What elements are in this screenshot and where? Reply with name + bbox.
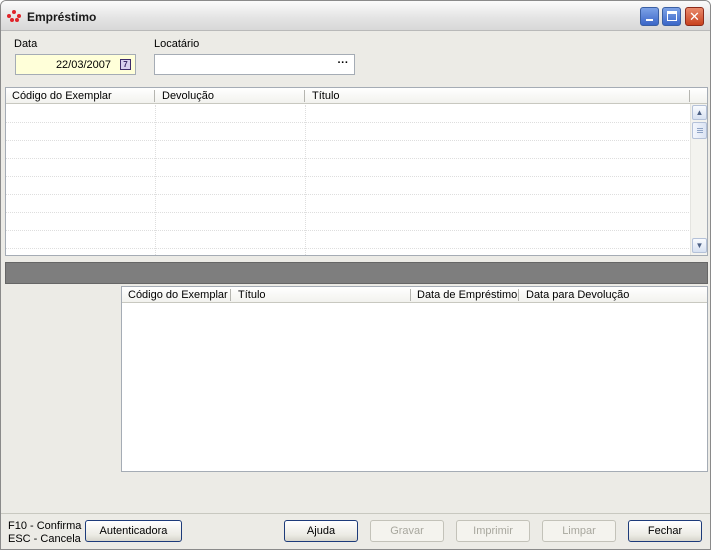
col-titulo[interactable]: Título (238, 289, 266, 301)
locatario-label: Locatário (154, 38, 200, 50)
col-codigo-exemplar[interactable]: Código do Exemplar (12, 90, 112, 102)
locatario-field[interactable]: ··· (154, 54, 355, 75)
close-icon: ✕ (689, 9, 700, 24)
column-separator[interactable] (410, 289, 411, 301)
fechar-button[interactable]: Fechar (628, 520, 702, 542)
date-value: 22/03/2007 (55, 59, 111, 71)
maximize-button[interactable] (662, 7, 681, 26)
column-separator[interactable] (154, 90, 155, 102)
loans-grid-header: Código do Exemplar Título Data de Emprés… (122, 287, 707, 303)
limpar-button[interactable]: Limpar (542, 520, 616, 542)
column-separator[interactable] (518, 289, 519, 301)
loans-grid[interactable]: Código do Exemplar Título Data de Emprés… (121, 286, 708, 472)
close-button[interactable]: ✕ (685, 7, 704, 26)
scroll-up-button[interactable]: ▲ (692, 105, 707, 120)
hint-cancel: ESC - Cancela (8, 533, 81, 545)
grid-row-line (6, 122, 689, 123)
col-devolucao[interactable]: Devolução (162, 90, 214, 102)
hint-confirm: F10 - Confirma (8, 520, 82, 532)
grid-row-line (6, 230, 689, 231)
grid-row-line (6, 248, 689, 249)
date-field[interactable]: 22/03/2007 7 (15, 54, 136, 75)
footer-divider (1, 513, 710, 514)
title-bar[interactable]: Empréstimo ✕ (1, 1, 710, 31)
column-separator[interactable] (304, 90, 305, 102)
window-title: Empréstimo (27, 10, 97, 24)
column-separator[interactable] (230, 289, 231, 301)
items-grid-header: Código do Exemplar Devolução Título (6, 88, 707, 104)
items-grid[interactable]: Código do Exemplar Devolução Título ▲ ▼ (5, 87, 708, 256)
emprestimo-window: Empréstimo ✕ Data 22/03/2007 7 Locatário… (0, 0, 711, 550)
minimize-button[interactable] (640, 7, 659, 26)
ajuda-button[interactable]: Ajuda (284, 520, 358, 542)
lookup-button[interactable]: ··· (336, 57, 350, 71)
grid-column-line (305, 105, 306, 255)
calendar-icon[interactable]: 7 (120, 59, 131, 70)
grid-row-line (6, 158, 689, 159)
app-icon (7, 10, 21, 22)
col-titulo[interactable]: Título (312, 90, 340, 102)
imprimir-button[interactable]: Imprimir (456, 520, 530, 542)
grid-row-line (6, 176, 689, 177)
column-separator[interactable] (689, 90, 690, 102)
scroll-thumb[interactable] (692, 122, 707, 139)
vertical-scrollbar[interactable]: ▲ ▼ (690, 104, 707, 255)
col-data-emprestimo[interactable]: Data de Empréstimo (417, 289, 517, 301)
col-data-devolucao[interactable]: Data para Devolução (526, 289, 629, 301)
gravar-button[interactable]: Gravar (370, 520, 444, 542)
col-codigo-exemplar[interactable]: Código do Exemplar (128, 289, 228, 301)
autenticadora-button[interactable]: Autenticadora (85, 520, 182, 542)
minimize-icon (646, 19, 653, 21)
grid-row-line (6, 212, 689, 213)
grid-row-line (6, 140, 689, 141)
scroll-down-button[interactable]: ▼ (692, 238, 707, 253)
date-label: Data (14, 38, 38, 50)
maximize-icon (667, 11, 677, 21)
grid-row-line (6, 194, 689, 195)
grid-column-line (155, 105, 156, 255)
panel-splitter[interactable] (5, 262, 708, 284)
